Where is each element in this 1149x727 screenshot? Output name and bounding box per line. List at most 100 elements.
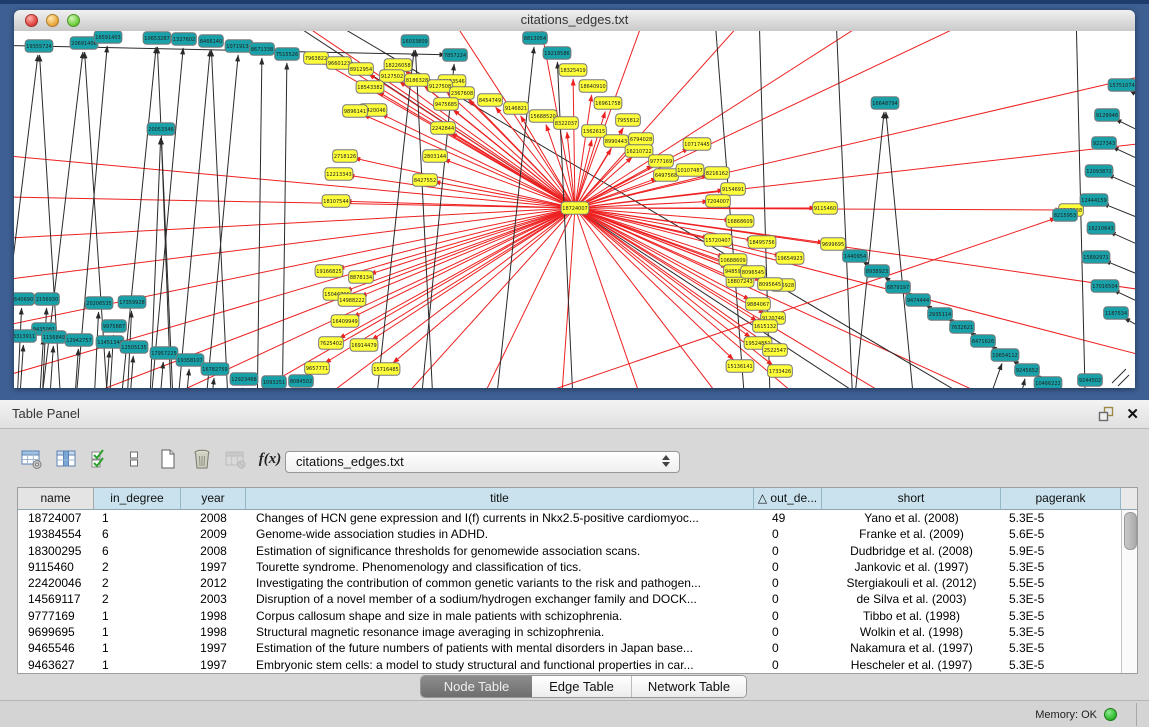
table-settings-button[interactable] (20, 446, 44, 472)
graph-node[interactable]: 8466140 (199, 35, 224, 48)
graph-node[interactable]: 6471626 (971, 335, 996, 348)
graph-node[interactable]: 8813054 (523, 32, 548, 45)
graph-node[interactable]: 8216162 (705, 167, 730, 180)
table-row[interactable]: 977716911998Corpus callosum shape and si… (18, 608, 1137, 624)
graph-node[interactable]: 16961758 (594, 97, 622, 110)
graph-hub-node[interactable]: 18724007 (561, 202, 589, 215)
graph-node[interactable]: 19218586 (543, 47, 571, 60)
graph-node[interactable]: 8084502 (289, 375, 314, 388)
graph-node[interactable]: 9699695 (821, 238, 846, 251)
graph-node[interactable]: 2935114 (928, 308, 953, 321)
graph-node[interactable]: 9146821 (504, 102, 529, 115)
graph-node[interactable]: 10466222 (1034, 377, 1062, 388)
float-panel-icon[interactable] (1097, 406, 1114, 422)
close-button[interactable] (25, 14, 38, 27)
graph-node[interactable]: 19358107 (176, 354, 204, 367)
table-row[interactable]: 946362711997Embryonic stem cells: a mode… (18, 657, 1137, 673)
graph-node[interactable]: 7963822 (304, 52, 329, 65)
graph-node[interactable]: 10107487 (676, 164, 704, 177)
function-builder-button[interactable]: f(x) (258, 446, 282, 472)
graph-node[interactable]: 16591403 (94, 31, 122, 43)
graph-node[interactable]: 1327602 (172, 33, 197, 46)
table-row[interactable]: 946554611997Estimation of the future num… (18, 640, 1137, 656)
scrollbar-thumb[interactable] (1124, 512, 1137, 550)
delete-column-button[interactable] (190, 446, 214, 472)
table-scrollbar[interactable] (1121, 510, 1137, 673)
graph-node[interactable]: 8912954 (349, 63, 374, 76)
graph-node[interactable]: 16409949 (331, 315, 359, 328)
graph-node[interactable]: 8454749 (478, 94, 503, 107)
graph-node[interactable]: 2640690 (14, 293, 34, 306)
citation-network-graph[interactable]: 1872400779638229660123891295418226058912… (14, 31, 1135, 388)
graph-node[interactable]: 3313911 (14, 330, 36, 343)
graph-node[interactable]: 6879197 (886, 281, 911, 294)
graph-node[interactable]: 19654923 (776, 252, 804, 265)
graph-node[interactable]: 9777169 (649, 155, 674, 168)
graph-node[interactable]: 9657771 (305, 362, 330, 375)
graph-node[interactable]: 12093872 (1085, 165, 1113, 178)
graph-node[interactable]: 7204007 (706, 195, 731, 208)
select-columns-button[interactable] (88, 446, 112, 472)
graph-node[interactable]: 9127502 (380, 70, 405, 83)
graph-node[interactable]: 12923468 (230, 373, 258, 386)
graph-node[interactable]: 15136141 (726, 360, 754, 373)
graph-node[interactable]: 8215953 (1053, 209, 1078, 222)
graph-node[interactable]: 16210722 (625, 145, 653, 158)
network-canvas[interactable]: 1872400779638229660123891295418226058912… (14, 31, 1135, 388)
graph-node[interactable]: 8671338 (250, 43, 275, 56)
graph-node[interactable]: 8186328 (405, 74, 430, 87)
graph-node[interactable]: 1440954 (843, 250, 868, 263)
graph-node[interactable]: 1733426 (768, 365, 793, 378)
graph-node[interactable]: 9115460 (813, 202, 838, 215)
window-titlebar[interactable]: citations_edges.txt (14, 10, 1135, 32)
graph-node[interactable]: 10717445 (683, 138, 711, 151)
graph-node[interactable]: 1615132 (753, 320, 778, 333)
graph-node[interactable]: 7632621 (950, 321, 975, 334)
graph-node[interactable]: 7857224 (443, 49, 468, 62)
graph-node[interactable]: 9474444 (906, 294, 931, 307)
graph-node[interactable]: 7515526 (275, 48, 300, 61)
zoom-button[interactable] (67, 14, 80, 27)
graph-node[interactable]: 2156930 (35, 293, 60, 306)
column-header-title[interactable]: title (246, 488, 754, 510)
graph-node[interactable]: 9896141 (343, 105, 368, 118)
table-row[interactable]: 911546021997Tourette syndrome. Phenomeno… (18, 559, 1137, 575)
graph-node[interactable]: 18640910 (579, 80, 607, 93)
tab-edge-table[interactable]: Edge Table (532, 676, 631, 697)
graph-node[interactable]: 15716485 (372, 363, 400, 376)
graph-node[interactable]: 2242844 (431, 122, 456, 135)
delete-table-button[interactable] (224, 446, 248, 472)
graph-node[interactable]: 9660123 (327, 57, 352, 70)
tab-network-table[interactable]: Network Table (631, 676, 746, 697)
table-row[interactable]: 1872400712008Changes of HCN gene express… (18, 510, 1137, 526)
row-options-button[interactable] (122, 446, 146, 472)
graph-node[interactable]: 9245652 (1015, 364, 1040, 377)
graph-node[interactable]: 10719134 (225, 40, 253, 53)
minimize-button[interactable] (46, 14, 59, 27)
graph-node[interactable]: 8095645 (758, 278, 783, 291)
graph-node[interactable]: 17359928 (118, 296, 146, 309)
graph-node[interactable]: 18107544 (322, 195, 350, 208)
graph-node[interactable]: 10654112 (991, 349, 1019, 362)
graph-node[interactable]: 8096545 (741, 266, 766, 279)
graph-node[interactable]: 12444159 (1080, 194, 1108, 207)
table-row[interactable]: 1830029562008Estimation of significance … (18, 543, 1137, 559)
graph-node[interactable]: 1362615 (582, 125, 607, 138)
graph-node[interactable]: 20053346 (147, 123, 175, 136)
graph-node[interactable]: 16648794 (871, 97, 899, 110)
graph-node[interactable]: 9227343 (1092, 137, 1117, 150)
table-row[interactable]: 1456911722003Disruption of a novel membe… (18, 591, 1137, 607)
graph-node[interactable]: 10653287 (143, 32, 171, 45)
graph-node[interactable]: 8427552 (413, 174, 438, 187)
graph-node[interactable]: 18495756 (748, 236, 776, 249)
graph-node[interactable]: 1156849 (42, 331, 67, 344)
graph-node[interactable]: 16210643 (1087, 222, 1115, 235)
graph-node[interactable]: 12213343 (325, 168, 353, 181)
graph-node[interactable]: 16868609 (726, 215, 754, 228)
graph-node[interactable]: 17957225 (150, 347, 178, 360)
graph-node[interactable]: 8878134 (349, 271, 374, 284)
graph-node[interactable]: 8990443 (604, 135, 629, 148)
graph-node[interactable]: 14988222 (338, 294, 366, 307)
graph-node[interactable]: 6794028 (629, 133, 654, 146)
graph-node[interactable]: 1187534 (1104, 307, 1129, 320)
